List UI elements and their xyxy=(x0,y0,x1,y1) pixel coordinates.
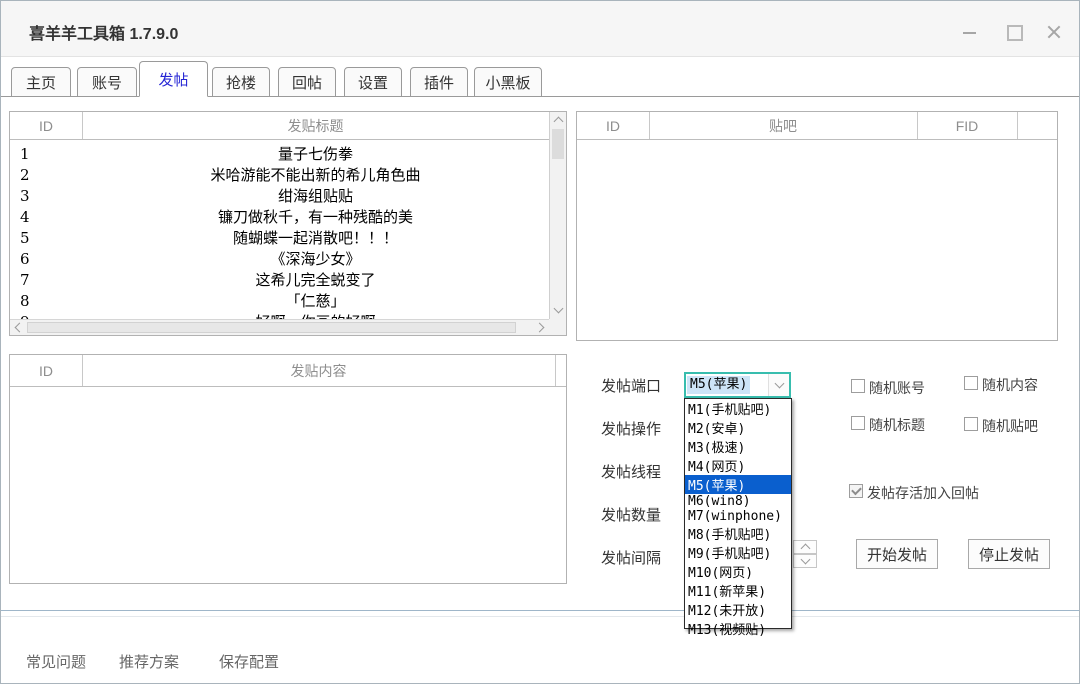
tab-home[interactable]: 主页 xyxy=(11,67,71,97)
random-account-label: 随机账号 xyxy=(869,378,925,395)
stop-post-button[interactable]: 停止发帖 xyxy=(968,539,1050,569)
col-header-tieba[interactable]: 贴吧 xyxy=(649,112,917,139)
random-title-checkbox[interactable] xyxy=(851,416,865,430)
tab-plugin[interactable]: 插件 xyxy=(410,67,468,97)
table-row[interactable]: 8「仁慈」 xyxy=(10,291,549,312)
tab-settings[interactable]: 设置 xyxy=(344,67,402,97)
chevron-down-icon xyxy=(553,304,563,314)
spinner-down-button[interactable] xyxy=(793,554,817,568)
port-dropdown-list: M1(手机贴吧) M2(安卓) M3(极速) M4(网页) M5(苹果) M6(… xyxy=(684,398,792,629)
col-header-id[interactable]: ID xyxy=(10,112,82,139)
col-header-id[interactable]: ID xyxy=(577,112,649,139)
post-count-label: 发帖数量 xyxy=(601,504,691,524)
vertical-scrollbar[interactable] xyxy=(549,112,566,319)
table-row[interactable]: 1量子七伤拳 xyxy=(10,144,549,165)
spinner-up-button[interactable] xyxy=(793,540,817,554)
table-row[interactable]: 6《深海少女》 xyxy=(10,249,549,270)
dropdown-option[interactable]: M13(视频贴) xyxy=(685,619,791,638)
chevron-left-icon xyxy=(15,323,25,333)
combobox-dropdown-button[interactable] xyxy=(768,374,789,396)
chevron-up-icon xyxy=(800,544,810,554)
tab-reply[interactable]: 回帖 xyxy=(278,67,336,97)
post-title-table: ID 发贴标题 1量子七伤拳 2米哈游能不能出新的希儿角色曲 3绀海组贴贴 4镰… xyxy=(9,111,567,336)
scrollbar-thumb[interactable] xyxy=(552,129,564,159)
post-content-table-header: ID 发贴内容 xyxy=(10,355,566,387)
minimize-button[interactable] xyxy=(961,23,979,41)
chevron-down-icon xyxy=(774,379,784,389)
col-header-post-content[interactable]: 发贴内容 xyxy=(82,355,555,386)
col-header-fid[interactable]: FID xyxy=(917,112,1017,139)
table-row[interactable]: 2米哈游能不能出新的希儿角色曲 xyxy=(10,165,549,186)
window-title: 喜羊羊工具箱 1.7.9.0 xyxy=(29,20,178,44)
dropdown-option[interactable]: M11(新苹果) xyxy=(685,581,791,600)
chevron-up-icon xyxy=(553,117,563,127)
scroll-left-button[interactable] xyxy=(10,320,26,335)
post-title-rows: 1量子七伤拳 2米哈游能不能出新的希儿角色曲 3绀海组贴贴 4镰刀做秋千，有一种… xyxy=(10,140,549,319)
dropdown-option[interactable]: M3(极速) xyxy=(685,437,791,456)
post-thread-label: 发帖线程 xyxy=(601,461,691,481)
maximize-button[interactable] xyxy=(1005,23,1023,41)
random-tieba-checkbox[interactable] xyxy=(964,417,978,431)
post-content-table: ID 发贴内容 xyxy=(9,354,567,584)
interval-spinner xyxy=(793,540,817,568)
dropdown-option[interactable]: M8(手机贴吧) xyxy=(685,524,791,543)
scrollbar-thumb[interactable] xyxy=(27,322,516,333)
dropdown-option[interactable]: M9(手机贴吧) xyxy=(685,543,791,562)
random-account-checkbox[interactable] xyxy=(851,379,865,393)
faq-link[interactable]: 常见问题 xyxy=(26,651,86,672)
maximize-icon xyxy=(1007,25,1023,41)
chevron-down-icon xyxy=(800,555,810,565)
tieba-table-header: ID 贴吧 FID xyxy=(577,112,1057,140)
random-title-label: 随机标题 xyxy=(869,415,925,432)
tab-account[interactable]: 账号 xyxy=(77,67,137,97)
tieba-table: ID 贴吧 FID xyxy=(576,111,1058,341)
save-config-link[interactable]: 保存配置 xyxy=(219,651,279,672)
alive-join-reply-label: 发帖存活加入回帖 xyxy=(867,483,979,500)
table-row[interactable]: 3绀海组贴贴 xyxy=(10,186,549,207)
start-post-button[interactable]: 开始发帖 xyxy=(856,539,938,569)
post-port-label: 发帖端口 xyxy=(601,375,691,395)
dropdown-option[interactable]: M2(安卓) xyxy=(685,418,791,437)
scroll-down-button[interactable] xyxy=(550,302,566,318)
table-row[interactable]: 7这希儿完全蜕变了 xyxy=(10,270,549,291)
random-content-checkbox[interactable] xyxy=(964,376,978,390)
post-action-label: 发帖操作 xyxy=(601,418,691,438)
table-row[interactable]: 5随蝴蝶一起消散吧！！！ xyxy=(10,228,549,249)
dropdown-option[interactable]: M6(win8) xyxy=(685,494,791,509)
post-title-table-header: ID 发贴标题 xyxy=(10,112,549,140)
footer-divider xyxy=(1,616,1079,617)
dropdown-option[interactable]: M1(手机贴吧) xyxy=(685,399,791,418)
dropdown-option-selected[interactable]: M5(苹果) xyxy=(685,475,791,494)
dropdown-option[interactable]: M12(未开放) xyxy=(685,600,791,619)
tab-post[interactable]: 发帖 xyxy=(139,61,208,97)
dropdown-option[interactable]: M7(winphone) xyxy=(685,509,791,524)
title-bar: 喜羊羊工具箱 1.7.9.0 xyxy=(1,1,1079,57)
pane-bottom-border xyxy=(1,610,1079,611)
table-row[interactable]: 4镰刀做秋千，有一种残酷的美 xyxy=(10,207,549,228)
close-button[interactable] xyxy=(1045,23,1063,41)
random-content-label: 随机内容 xyxy=(982,375,1038,392)
col-header-post-title[interactable]: 发贴标题 xyxy=(82,112,549,139)
post-interval-label: 发帖间隔 xyxy=(601,547,691,567)
chevron-right-icon xyxy=(535,323,545,333)
tab-blackboard[interactable]: 小黑板 xyxy=(474,67,542,97)
col-header-id[interactable]: ID xyxy=(10,355,82,386)
table-row[interactable]: 9好啊，你画的好啊 xyxy=(10,312,549,319)
random-tieba-label: 随机贴吧 xyxy=(982,416,1038,433)
dropdown-option[interactable]: M4(网页) xyxy=(685,456,791,475)
minimize-icon xyxy=(963,32,976,34)
recommend-link[interactable]: 推荐方案 xyxy=(119,651,179,672)
alive-join-reply-checkbox[interactable] xyxy=(849,484,863,498)
scroll-up-button[interactable] xyxy=(550,112,566,128)
horizontal-scrollbar[interactable] xyxy=(10,319,549,335)
combobox-value: M5(苹果) xyxy=(687,376,750,394)
post-port-combobox[interactable]: M5(苹果) xyxy=(684,372,791,398)
scrollbar-corner xyxy=(549,319,566,335)
app-window: 喜羊羊工具箱 1.7.9.0 主页 账号 发帖 抢楼 回帖 设置 插件 小黑板 … xyxy=(0,0,1080,684)
scroll-right-button[interactable] xyxy=(533,320,549,335)
tab-grab-floor[interactable]: 抢楼 xyxy=(212,67,270,97)
dropdown-option[interactable]: M10(网页) xyxy=(685,562,791,581)
